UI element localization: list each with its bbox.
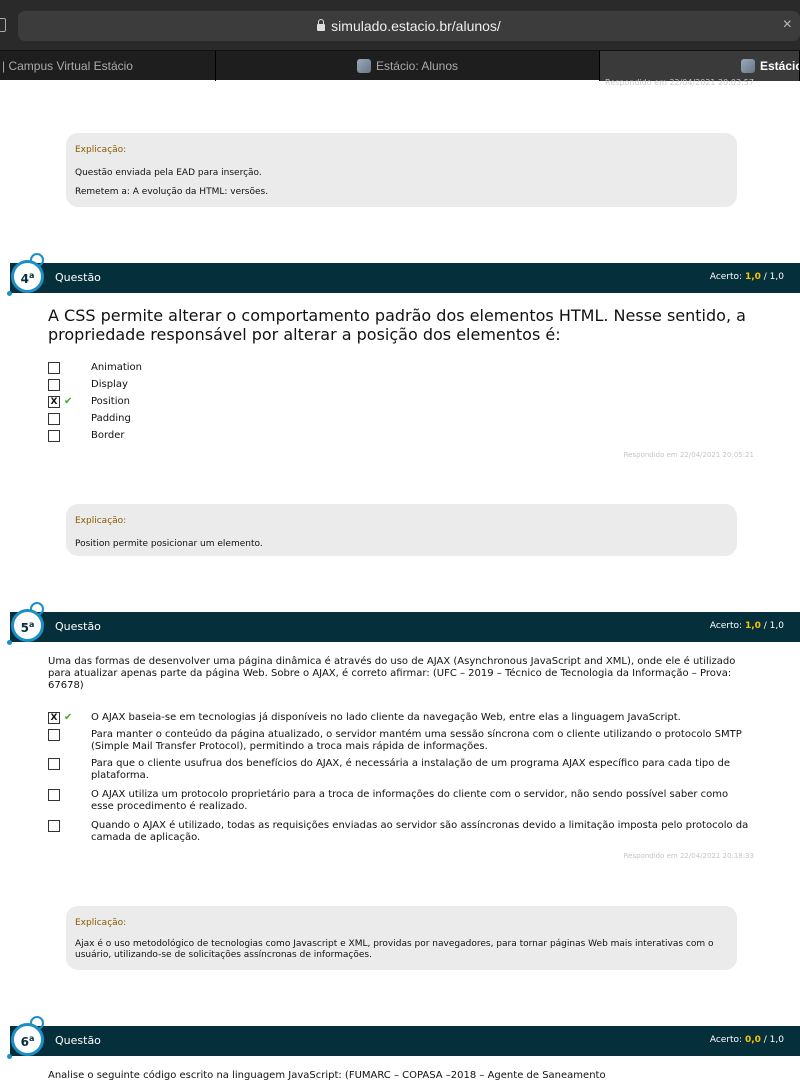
checkbox[interactable]	[48, 820, 60, 832]
checkbox[interactable]	[48, 413, 60, 425]
favicon-icon	[741, 59, 755, 73]
correct-check-icon: ✔	[64, 396, 73, 407]
checkbox[interactable]	[48, 362, 60, 374]
favicon-icon	[356, 59, 371, 73]
badge-dot-icon	[7, 640, 12, 645]
address-bar[interactable]: simulado.estacio.br/alunos/ ×	[18, 11, 800, 41]
question-text: A CSS permite alterar o comportamento pa…	[48, 306, 746, 344]
explanation-box: Explicação: Ajax é o uso metodológico de…	[66, 906, 737, 970]
explanation-box: Explicação: Questão enviada pela EAD par…	[66, 133, 737, 207]
explanation-line: Position permite posicionar um elemento.	[75, 539, 263, 549]
explanation-title: Explicação:	[75, 145, 127, 155]
badge-dot-icon	[7, 291, 12, 296]
answered-timestamp: Respondido em 22/04/2021 20:03:57	[605, 78, 754, 87]
badge-dot-icon	[7, 1054, 12, 1059]
close-icon[interactable]: ×	[783, 16, 792, 34]
sidebar-toggle-icon[interactable]	[0, 18, 6, 32]
checkbox-checked[interactable]: X	[48, 712, 60, 724]
question-text: Uma das formas de desenvolver uma página…	[48, 656, 736, 691]
explanation-box: Explicação: Position permite posicionar …	[66, 504, 737, 556]
question-number: 6a	[11, 1023, 44, 1056]
score: Acerto: 0,0 / 1,0	[709, 1035, 784, 1045]
tab-bar: | Campus Virtual Estácio Estácio: Alunos…	[0, 50, 800, 81]
answered-timestamp: Respondido em 22/04/2021 20:18:33	[623, 852, 754, 860]
question-text: Analise o seguinte código escrito na lin…	[48, 1070, 606, 1080]
question-header: Questão Acerto: 0,0 / 1,0	[10, 1026, 800, 1056]
question-number: 4a	[11, 260, 44, 293]
browser-toolbar: simulado.estacio.br/alunos/ ×	[0, 0, 800, 50]
explanation-title: Explicação:	[75, 918, 127, 928]
question-label: Questão	[55, 271, 101, 284]
correct-check-icon: ✔	[64, 712, 73, 723]
score: Acerto: 1,0 / 1,0	[709, 272, 784, 282]
answered-timestamp: Respondido em 22/04/2021 20:05:21	[623, 451, 754, 459]
checkbox[interactable]	[48, 379, 60, 391]
tab-estacio-active[interactable]: Estácio	[600, 51, 800, 81]
tab-campus-virtual[interactable]: | Campus Virtual Estácio	[0, 51, 216, 81]
explanation-title: Explicação:	[75, 516, 127, 526]
checkbox[interactable]	[48, 729, 60, 741]
explanation-line: Questão enviada pela EAD para inserção.	[75, 168, 262, 178]
question-label: Questão	[55, 620, 101, 633]
question-label: Questão	[55, 1034, 101, 1047]
question-header: Questão Acerto: 1,0 / 1,0	[10, 263, 800, 293]
checkbox[interactable]	[48, 430, 60, 442]
explanation-line: Remetem a: A evolução da HTML: versões.	[75, 187, 269, 197]
question-number: 5a	[11, 609, 44, 642]
url-text: simulado.estacio.br/alunos/	[331, 18, 501, 34]
explanation-line: Ajax é o uso metodológico de tecnologias…	[75, 939, 714, 960]
score: Acerto: 1,0 / 1,0	[709, 621, 784, 631]
tab-estacio-alunos[interactable]: Estácio: Alunos	[216, 51, 600, 81]
question-header: Questão Acerto: 1,0 / 1,0	[10, 612, 800, 642]
checkbox-checked[interactable]: X	[48, 396, 60, 408]
checkbox[interactable]	[48, 789, 60, 801]
checkbox[interactable]	[48, 758, 60, 770]
lock-icon	[317, 19, 326, 31]
